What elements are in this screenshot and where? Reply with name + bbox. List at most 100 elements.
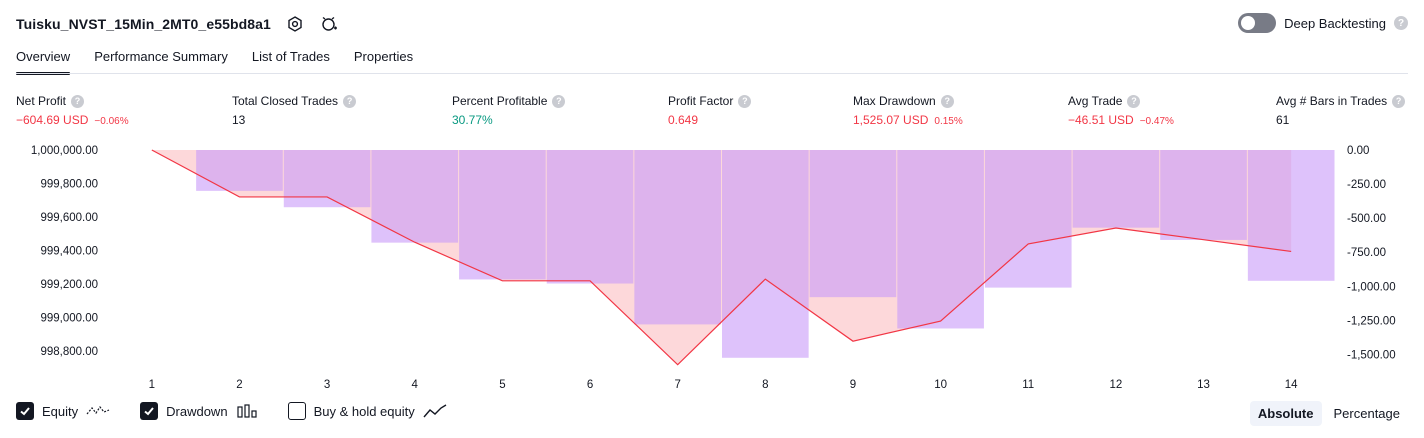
metric-label-text: Max Drawdown <box>853 94 936 108</box>
equity-line-icon <box>86 403 110 419</box>
metric-percent: −0.06% <box>94 116 129 127</box>
left-axis-tick: 998,800.00 <box>40 346 98 358</box>
metric-value: −46.51 USD −0.47% <box>1068 113 1174 127</box>
value-mode-switch: Absolute Percentage <box>1249 401 1409 426</box>
metric-value: 61 <box>1276 113 1405 127</box>
metric-net-profit: Net Profit? −604.69 USD −0.06% <box>16 93 129 127</box>
x-axis-tick: 12 <box>1109 379 1122 391</box>
drawdown-bar <box>1247 150 1335 281</box>
drawdown-bar <box>546 150 634 284</box>
left-axis-tick: 1,000,000.00 <box>31 145 98 157</box>
info-icon[interactable]: ? <box>552 94 566 108</box>
metric-label: Avg Trade? <box>1068 93 1174 109</box>
right-axis-tick: -750.00 <box>1347 247 1386 259</box>
drawdown-bar <box>459 150 546 280</box>
help-icon[interactable]: ? <box>1394 16 1408 30</box>
info-icon[interactable]: ? <box>940 94 954 108</box>
metric-label-text: Avg # Bars in Trades <box>1276 94 1388 108</box>
metric-value: 0.649 <box>668 113 751 127</box>
metric-total-closed-trades: Total Closed Trades? 13 <box>232 93 357 127</box>
drawdown-bar <box>722 150 809 358</box>
equity-drawdown-chart: 1,000,000.00 999,800.00 999,600.00 999,400.… <box>31 145 1396 391</box>
metric-label-text: Percent Profitable <box>452 94 548 108</box>
deep-backtesting-toggle[interactable] <box>1238 13 1277 33</box>
buy-hold-line-icon <box>423 403 447 419</box>
info-icon[interactable]: ? <box>1392 94 1406 108</box>
metric-label-text: Profit Factor <box>668 94 734 108</box>
right-axis-tick: -1,000.00 <box>1347 281 1396 293</box>
metric-avg-trade: Avg Trade? −46.51 USD −0.47% <box>1068 93 1174 127</box>
info-icon[interactable]: ? <box>738 94 752 108</box>
left-axis-tick: 999,200.00 <box>40 279 98 291</box>
right-axis-tick: -1,500.00 <box>1347 349 1396 361</box>
x-axis-tick: 9 <box>850 379 856 391</box>
metric-value: 1,525.07 USD 0.15% <box>853 113 963 127</box>
legend-buy-hold-equity[interactable]: Buy & hold equity <box>287 402 447 420</box>
metric-label-text: Total Closed Trades <box>232 94 339 108</box>
x-axis-tick: 2 <box>236 379 242 391</box>
drawdown-bar <box>1160 150 1247 240</box>
x-axis-tick: 4 <box>412 379 419 391</box>
percentage-button[interactable]: Percentage <box>1326 401 1409 426</box>
metric-value-text: 30.77% <box>452 113 493 127</box>
metric-label-text: Avg Trade <box>1068 94 1123 108</box>
absolute-button[interactable]: Absolute <box>1249 401 1322 426</box>
metric-percent: 0.15% <box>934 116 963 127</box>
metric-avg-bars-in-trades: Avg # Bars in Trades? 61 <box>1276 93 1406 127</box>
info-icon[interactable]: ? <box>343 94 357 108</box>
metric-label-text: Net Profit <box>16 94 67 108</box>
metric-label: Total Closed Trades? <box>232 93 357 109</box>
legend-label: Equity <box>42 403 79 419</box>
x-axis-tick: 11 <box>1022 379 1034 391</box>
metric-value-text: 61 <box>1276 113 1290 127</box>
drawdown-bar <box>984 150 1072 288</box>
tab-overview[interactable]: Overview <box>16 46 71 75</box>
x-axis-tick: 10 <box>934 379 947 391</box>
left-axis-tick: 999,400.00 <box>40 246 98 258</box>
tab-divider <box>16 73 1408 74</box>
tab-properties[interactable]: Properties <box>354 46 413 74</box>
settings-icon[interactable] <box>285 14 305 34</box>
chart-legend: Equity Drawdown Buy & hold equity <box>16 402 447 420</box>
metrics-row: Net Profit? −604.69 USD −0.06% Total Closed… <box>0 93 1424 129</box>
metric-value-text: 1,525.07 USD <box>853 113 929 127</box>
checkbox-checked[interactable] <box>140 402 159 420</box>
drawdown-bar <box>283 150 371 208</box>
metric-value: 30.77% <box>452 113 565 127</box>
legend-label: Drawdown <box>166 403 228 419</box>
legend-drawdown[interactable]: Drawdown <box>140 402 257 420</box>
x-axis-tick: 14 <box>1285 379 1298 391</box>
drawdown-bar <box>897 150 984 329</box>
right-axis-tick: -500.00 <box>1347 213 1386 225</box>
drawdown-bar <box>371 150 459 243</box>
legend-equity[interactable]: Equity <box>16 402 110 420</box>
metric-value-text: 13 <box>232 113 246 127</box>
info-icon[interactable]: ? <box>1127 94 1141 108</box>
metric-percent-profitable: Percent Profitable? 30.77% <box>452 93 566 127</box>
tab-performance-summary[interactable]: Performance Summary <box>94 46 228 74</box>
alarm-add-icon[interactable] <box>319 14 339 34</box>
tab-list-of-trades[interactable]: List of Trades <box>252 46 330 74</box>
left-axis-tick: 999,600.00 <box>40 212 98 224</box>
x-axis-tick: 1 <box>149 379 155 391</box>
checkbox-checked[interactable] <box>16 402 34 420</box>
left-axis-tick: 999,000.00 <box>40 313 98 325</box>
x-axis-tick: 5 <box>499 379 505 391</box>
metric-label: Percent Profitable? <box>452 93 566 109</box>
checkbox-unchecked[interactable] <box>287 402 306 420</box>
drawdown-bar <box>196 150 283 191</box>
info-icon[interactable]: ? <box>71 94 85 108</box>
legend-label: Buy & hold equity <box>313 403 415 419</box>
right-axis-tick: -250.00 <box>1347 179 1386 191</box>
x-axis-tick: 8 <box>762 379 768 391</box>
metric-label: Profit Factor? <box>668 93 752 109</box>
metric-value-text: −46.51 USD <box>1068 113 1134 127</box>
metric-profit-factor: Profit Factor? 0.649 <box>668 93 752 127</box>
toggle-knob <box>1241 16 1256 30</box>
x-axis-tick: 3 <box>324 379 330 391</box>
metric-value-text: 0.649 <box>668 113 699 127</box>
x-axis-tick: 7 <box>674 379 680 391</box>
right-axis-tick: -1,250.00 <box>1347 315 1396 327</box>
header: Tuisku_NVST_15Min_2MT0_e55bd8a1 <box>16 12 339 36</box>
metric-value: 13 <box>232 113 356 127</box>
